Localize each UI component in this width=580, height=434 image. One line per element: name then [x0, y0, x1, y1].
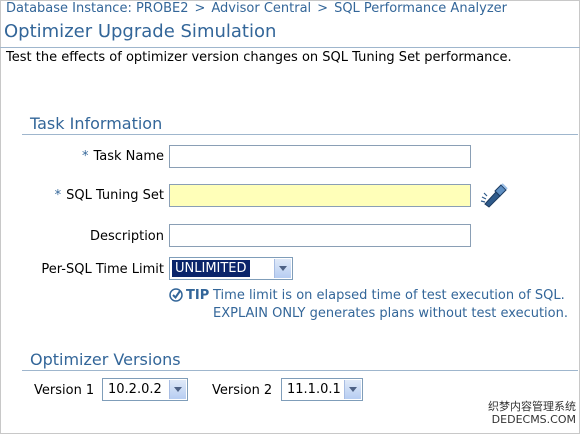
- time-limit-label: Per-SQL Time Limit: [41, 262, 164, 277]
- chevron-down-icon[interactable]: [169, 380, 186, 399]
- version-1-label: Version 1: [34, 383, 95, 398]
- version-2-value: 11.1.0.1: [287, 382, 341, 397]
- version-1-value: 10.2.0.2: [108, 382, 162, 397]
- section-divider: [22, 370, 578, 371]
- version-2-select[interactable]: 11.1.0.1: [281, 378, 363, 401]
- title-divider: [0, 47, 580, 48]
- task-information-heading: Task Information: [30, 114, 163, 133]
- breadcrumb-item-database-instance[interactable]: Database Instance: PROBE2: [6, 1, 188, 16]
- page-description: Test the effects of optimizer version ch…: [6, 50, 512, 65]
- version-2-label: Version 2: [212, 383, 273, 398]
- breadcrumb-separator: >: [194, 1, 206, 16]
- required-marker: *: [54, 188, 62, 203]
- check-circle-icon: [169, 288, 183, 302]
- sql-tuning-set-input[interactable]: [169, 184, 471, 207]
- version-1-select[interactable]: 10.2.0.2: [102, 378, 188, 401]
- task-name-label: * Task Name: [81, 149, 164, 164]
- breadcrumb-item-sql-performance-analyzer[interactable]: SQL Performance Analyzer: [334, 1, 507, 16]
- tip-text-line-1: Time limit is on elapsed time of test ex…: [213, 288, 565, 303]
- breadcrumb-item-advisor-central[interactable]: Advisor Central: [211, 1, 311, 16]
- time-limit-value: UNLIMITED: [172, 260, 250, 277]
- section-divider: [22, 134, 578, 135]
- chevron-down-icon[interactable]: [274, 259, 291, 278]
- tip-text-line-2: EXPLAIN ONLY generates plans without tes…: [213, 306, 568, 321]
- breadcrumb-separator: >: [317, 1, 329, 16]
- chevron-down-icon[interactable]: [344, 380, 361, 399]
- search-flashlight-icon[interactable]: [480, 182, 508, 208]
- page-title: Optimizer Upgrade Simulation: [4, 21, 277, 42]
- breadcrumb: Database Instance: PROBE2 > Advisor Centra…: [6, 1, 507, 16]
- description-label: Description: [89, 229, 164, 244]
- time-limit-select[interactable]: UNLIMITED: [169, 257, 293, 280]
- task-name-input[interactable]: [169, 145, 471, 168]
- description-input[interactable]: [169, 224, 471, 247]
- watermark-line-2: DEDECMS.COM: [491, 413, 576, 426]
- watermark-line-1: 织梦内容管理系统: [488, 400, 576, 413]
- tip-label: TIP: [186, 288, 210, 303]
- required-marker: *: [81, 149, 89, 164]
- sql-tuning-set-label: * SQL Tuning Set: [54, 188, 164, 203]
- optimizer-versions-heading: Optimizer Versions: [30, 350, 181, 369]
- watermark: 织梦内容管理系统 DEDECMS.COM: [488, 400, 576, 426]
